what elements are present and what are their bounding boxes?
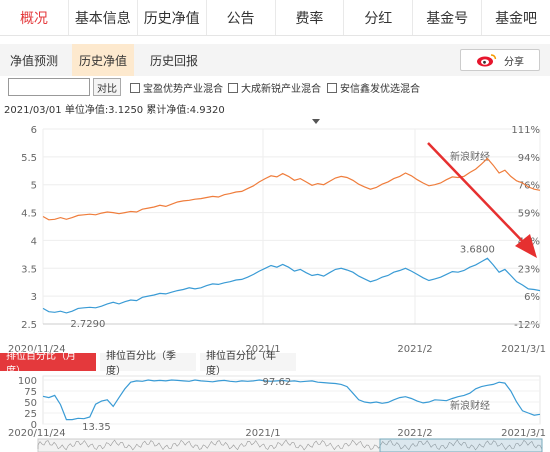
max-value-label: 3.6800 bbox=[460, 244, 495, 255]
y-left-tick-label: 3.5 bbox=[21, 264, 37, 275]
y-left-tick-label: 5.5 bbox=[21, 153, 37, 164]
collapse-marker bbox=[312, 119, 320, 124]
y-right-tick-label: 59% bbox=[518, 209, 540, 220]
cumulative-nav-line bbox=[42, 157, 541, 221]
y-right-tick-label: 94% bbox=[518, 153, 540, 164]
unit-nav-line bbox=[42, 257, 541, 314]
y-left-tick-label: 4.5 bbox=[21, 209, 37, 220]
rank-tab-bar: 排位百分比（月度） 排位百分比（季度） 排位百分比（年度） bbox=[0, 351, 300, 377]
range-selector-window bbox=[379, 438, 543, 452]
rank-min-label: 13.35 bbox=[82, 422, 111, 433]
rank-x-tick-label: 2020/11/24 bbox=[8, 428, 66, 439]
rank-y-tick-label: 100 bbox=[18, 376, 37, 387]
x-tick-label: 2021/3/1 bbox=[501, 344, 546, 355]
rank-x-tick-label: 2021/3/1 bbox=[501, 428, 546, 439]
rank-tab-quarterly[interactable]: 排位百分比（季度） bbox=[100, 351, 196, 377]
rank-tab-monthly[interactable]: 排位百分比（月度） bbox=[0, 351, 96, 377]
y-left-tick-label: 4 bbox=[31, 236, 37, 247]
y-right-tick-label: 23% bbox=[518, 264, 540, 275]
rank-y-tick-label: 75 bbox=[24, 387, 37, 398]
rank-x-tick-label: 2021/2 bbox=[397, 428, 432, 439]
rank-tab-yearly[interactable]: 排位百分比（年度） bbox=[200, 351, 296, 377]
y-left-tick-label: 2.5 bbox=[21, 320, 37, 331]
y-right-tick-label: -12% bbox=[514, 320, 540, 331]
rank-y-tick-label: 25 bbox=[24, 409, 37, 420]
min-value-label: 2.7290 bbox=[70, 319, 105, 330]
y-left-tick-label: 3 bbox=[31, 292, 37, 303]
y-right-tick-label: 111% bbox=[511, 125, 540, 136]
watermark: 新浪财经 bbox=[450, 399, 490, 412]
y-left-tick-label: 6 bbox=[31, 125, 37, 136]
nav-chart[interactable]: 6111%5.594%576%4.559%441%3.523%36%2.5-12… bbox=[0, 0, 550, 452]
x-tick-label: 2021/2 bbox=[397, 344, 432, 355]
y-left-tick-label: 5 bbox=[31, 181, 37, 192]
rank-y-tick-label: 50 bbox=[24, 398, 37, 409]
y-right-tick-label: 6% bbox=[524, 292, 540, 303]
rank-max-label: 97.62 bbox=[263, 377, 292, 388]
rank-x-tick-label: 2021/1 bbox=[245, 428, 280, 439]
